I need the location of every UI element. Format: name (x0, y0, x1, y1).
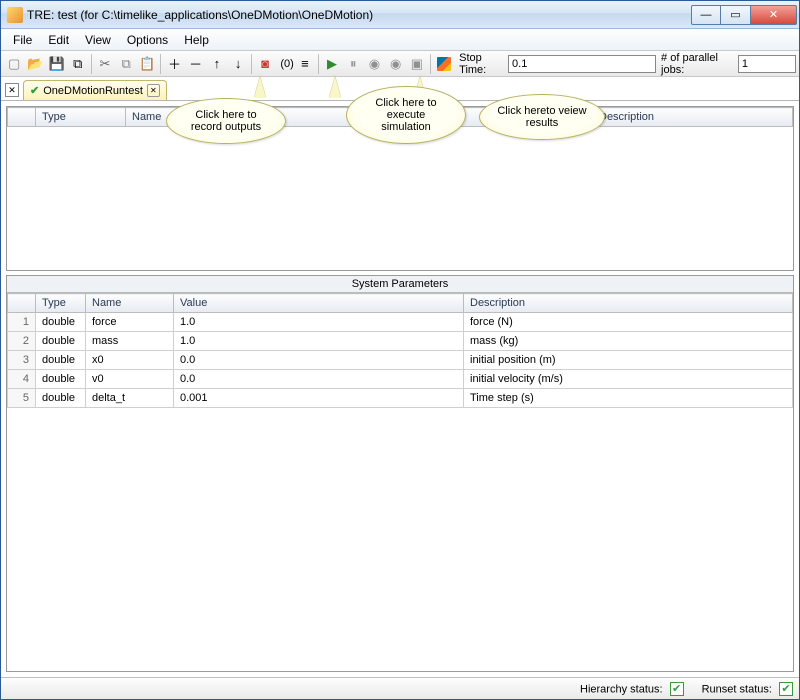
menu-help[interactable]: Help (176, 31, 217, 49)
run-icon[interactable]: ▶ (322, 53, 342, 75)
content-area: Type Name Value Description System Param… (1, 101, 799, 677)
sp-col-value[interactable]: Value (174, 294, 464, 313)
callout-record: Click here to record outputs (166, 98, 286, 144)
hierarchy-status-label: Hierarchy status: (580, 683, 663, 695)
tab-close-icon[interactable]: ✕ (147, 84, 160, 97)
menu-view[interactable]: View (77, 31, 119, 49)
minimize-button[interactable]: — (691, 5, 721, 25)
system-params-title: System Parameters (7, 276, 793, 293)
sp-col-desc[interactable]: Description (464, 294, 793, 313)
menu-options[interactable]: Options (119, 31, 176, 49)
table-row[interactable]: 5doubledelta_t0.001Time step (s) (8, 389, 793, 408)
new-icon[interactable]: ▢ (4, 53, 24, 75)
app-icon (7, 7, 23, 23)
callout-execute-tail (329, 76, 341, 98)
cell-name[interactable]: x0 (86, 351, 174, 370)
sp-col-name[interactable]: Name (86, 294, 174, 313)
cell-desc[interactable]: initial velocity (m/s) (464, 370, 793, 389)
runset-status-label: Runset status: (702, 683, 772, 695)
stop-time-input[interactable] (508, 55, 656, 73)
window-title: TRE: test (for C:\timelike_applications\… (27, 8, 691, 22)
stop-icon[interactable]: ◉ (386, 53, 406, 75)
cell-value[interactable]: 1.0 (174, 313, 464, 332)
titlebar: TRE: test (for C:\timelike_applications\… (1, 1, 799, 29)
cell-desc[interactable]: initial position (m) (464, 351, 793, 370)
remove-icon[interactable]: － (186, 53, 206, 75)
table-row[interactable]: 2doublemass1.0mass (kg) (8, 332, 793, 351)
open-icon[interactable]: 📂 (25, 53, 45, 75)
add-icon[interactable]: ＋ (164, 53, 184, 75)
menu-edit[interactable]: Edit (40, 31, 77, 49)
cell-desc[interactable]: force (N) (464, 313, 793, 332)
close-all-tabs-button[interactable]: ✕ (5, 83, 19, 97)
check-icon: ✔ (30, 84, 39, 97)
runset-status-icon: ✔ (779, 682, 793, 696)
callout-results: Click hereto veiew results (479, 94, 605, 140)
row-number: 1 (8, 313, 36, 332)
cut-icon[interactable]: ✂ (95, 53, 115, 75)
record-outputs-icon[interactable]: ◙ (255, 53, 275, 75)
cell-name[interactable]: v0 (86, 370, 174, 389)
hierarchy-status-icon: ✔ (670, 682, 684, 696)
table-row[interactable]: 3doublex00.0initial position (m) (8, 351, 793, 370)
save-icon[interactable]: 💾 (46, 53, 66, 75)
close-button[interactable]: ✕ (751, 5, 797, 25)
app-window: TRE: test (for C:\timelike_applications\… (0, 0, 800, 700)
cell-type[interactable]: double (36, 313, 86, 332)
cell-name[interactable]: mass (86, 332, 174, 351)
cell-type[interactable]: double (36, 389, 86, 408)
cell-name[interactable]: force (86, 313, 174, 332)
up-icon[interactable]: ↑ (207, 53, 227, 75)
step-icon[interactable]: ◉ (364, 53, 384, 75)
matlab-icon[interactable] (434, 53, 454, 75)
tab-label: OneDMotionRuntest (43, 85, 143, 97)
row-number: 3 (8, 351, 36, 370)
callout-execute: Click here to execute simulation (346, 86, 466, 144)
paste-icon[interactable]: 📋 (137, 53, 157, 75)
sp-col-type[interactable]: Type (36, 294, 86, 313)
col-type[interactable]: Type (36, 108, 126, 127)
maximize-button[interactable]: ▭ (721, 5, 751, 25)
cell-value[interactable]: 0.0 (174, 370, 464, 389)
toolbar: ▢ 📂 💾 ⧉ ✂ ⧉ 📋 ＋ － ↑ ↓ ◙ (0) ≡ ▶ ⏸ ◉ ◉ ▣ … (1, 51, 799, 77)
table-row[interactable]: 1doubleforce1.0force (N) (8, 313, 793, 332)
copy-icon[interactable]: ⧉ (116, 53, 136, 75)
parallel-jobs-label: # of parallel jobs: (661, 52, 737, 76)
cell-value[interactable]: 0.0 (174, 351, 464, 370)
cell-desc[interactable]: Time step (s) (464, 389, 793, 408)
statusbar: Hierarchy status: ✔ Runset status: ✔ (1, 677, 799, 699)
system-params-panel: System Parameters Type Name Value Descri… (6, 275, 794, 672)
list-icon[interactable]: ≡ (295, 53, 315, 75)
pause-icon[interactable]: ⏸ (343, 53, 363, 75)
cell-name[interactable]: delta_t (86, 389, 174, 408)
row-number: 5 (8, 389, 36, 408)
cell-value[interactable]: 1.0 (174, 332, 464, 351)
cell-type[interactable]: double (36, 351, 86, 370)
row-number: 4 (8, 370, 36, 389)
cell-value[interactable]: 0.001 (174, 389, 464, 408)
tab-runtest[interactable]: ✔ OneDMotionRuntest ✕ (23, 80, 167, 100)
parallel-jobs-input[interactable] (738, 55, 796, 73)
menubar: File Edit View Options Help (1, 29, 799, 51)
row-number: 2 (8, 332, 36, 351)
save-all-icon[interactable]: ⧉ (68, 53, 88, 75)
callout-record-tail (254, 76, 266, 98)
col-desc[interactable]: Description (593, 108, 793, 127)
down-icon[interactable]: ↓ (228, 53, 248, 75)
stop-time-label: Stop Time: (459, 52, 507, 76)
system-params-table[interactable]: Type Name Value Description 1doubleforce… (7, 293, 793, 408)
menu-file[interactable]: File (5, 31, 40, 49)
cell-type[interactable]: double (36, 370, 86, 389)
cell-desc[interactable]: mass (kg) (464, 332, 793, 351)
abort-icon[interactable]: ▣ (407, 53, 427, 75)
table-row[interactable]: 4doublev00.0initial velocity (m/s) (8, 370, 793, 389)
cell-type[interactable]: double (36, 332, 86, 351)
record-count: (0) (280, 58, 293, 70)
